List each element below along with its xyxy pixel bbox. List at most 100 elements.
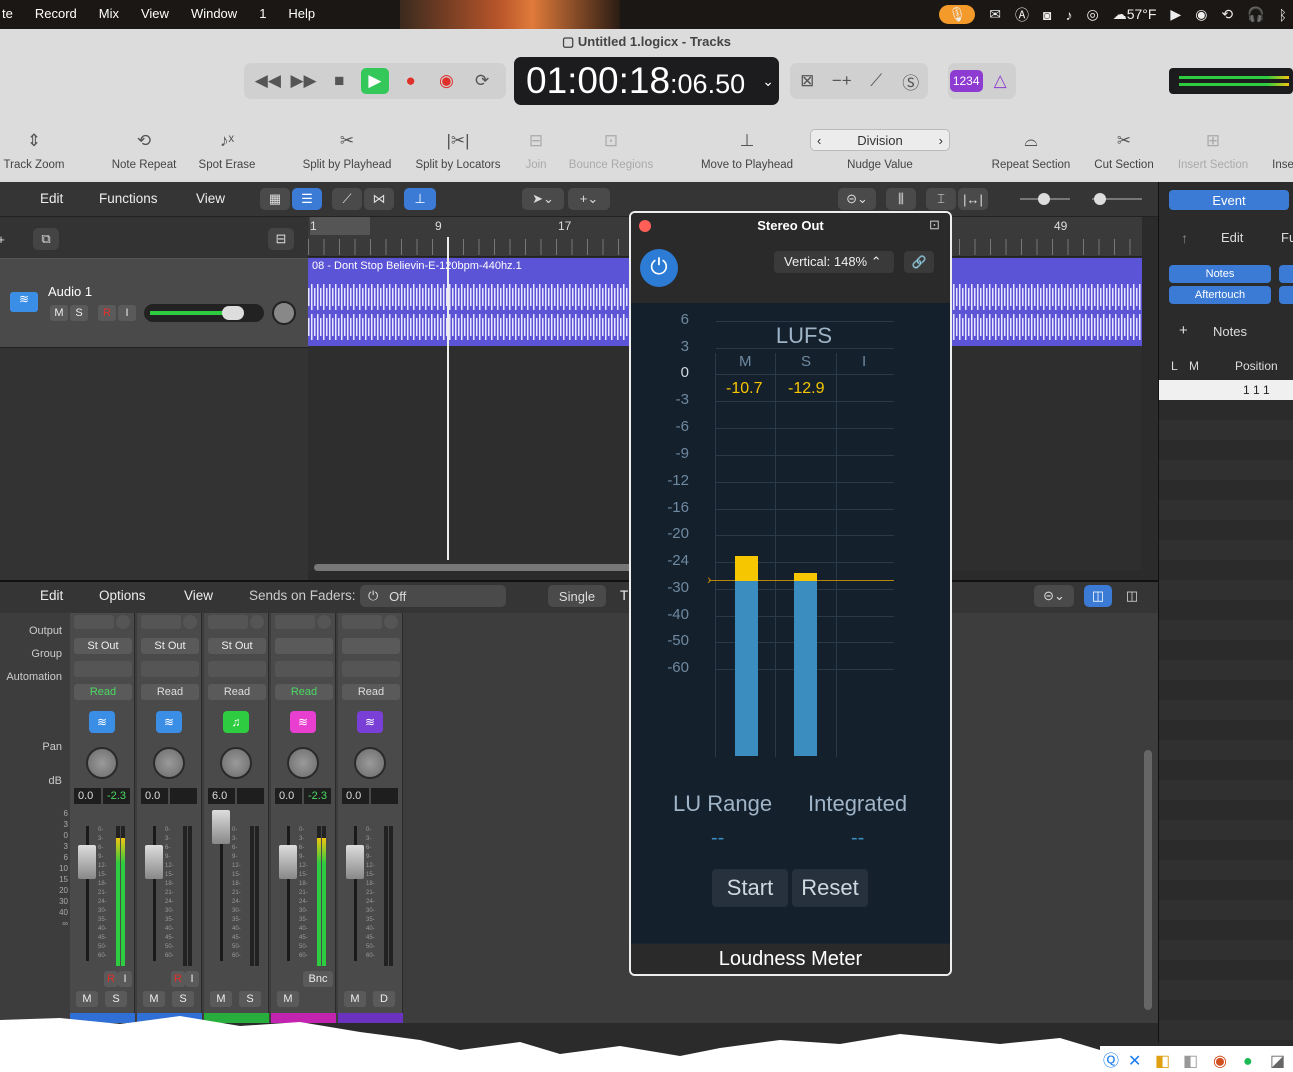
chevron-left-icon[interactable]: ‹ — [817, 133, 821, 148]
mute-button[interactable]: M — [143, 991, 165, 1007]
music-icon[interactable]: ♪ — [1065, 7, 1072, 23]
weather-icon[interactable]: ☁57°F — [1113, 6, 1157, 23]
pan-knob[interactable] — [287, 747, 319, 779]
track-row[interactable]: ≋ Audio 1 M S R I — [0, 258, 308, 348]
track-volume-slider[interactable] — [144, 304, 264, 322]
toolbar-note-repeat[interactable]: Note Repeat — [112, 159, 177, 171]
repeat-section-icon[interactable]: ⌓ — [1024, 131, 1037, 151]
output-slot[interactable]: St Out — [141, 638, 199, 654]
play-button[interactable]: ▶ — [360, 68, 389, 94]
mixer-layout-alt-icon[interactable]: ◫ — [1118, 585, 1146, 607]
bluetooth-icon[interactable]: ᛒ — [1279, 7, 1287, 23]
volume-readout[interactable]: 0.0 — [141, 788, 168, 804]
channel-type-icon[interactable]: ≋ — [89, 711, 115, 733]
inspector-edit-menu[interactable]: Edit — [1221, 230, 1243, 245]
automation-mode[interactable]: Read — [275, 684, 333, 700]
inspector-functions-menu[interactable]: Fu — [1281, 230, 1293, 245]
mixer-snap-icon[interactable]: ⊝⌄ — [1034, 585, 1074, 607]
tracks-edit-menu[interactable]: Edit — [40, 191, 63, 206]
toolbar-split-by-locators[interactable]: Split by Locators — [415, 159, 500, 171]
start-button[interactable]: Start — [712, 869, 788, 907]
tracks-functions-menu[interactable]: Functions — [99, 191, 158, 206]
camera-icon[interactable]: ◙ — [1043, 7, 1051, 23]
volume-readout[interactable]: 0.0 — [342, 788, 369, 804]
cycle-icon[interactable]: ⟳ — [468, 68, 496, 94]
chevron-right-icon[interactable]: › — [939, 133, 943, 148]
vertical-zoom-select[interactable]: Vertical: 148% ⌃ — [774, 251, 894, 273]
airdrop-icon[interactable]: ◉ — [1195, 6, 1207, 23]
power-button[interactable]: ⏻ — [640, 249, 678, 287]
output-slot[interactable] — [275, 638, 333, 654]
marquee-tool-icon[interactable]: +⌄ — [568, 188, 610, 210]
chevron-down-icon[interactable]: ⌄ — [762, 73, 774, 90]
snap-icon[interactable]: ⊝⌄ — [838, 188, 876, 210]
autopunch-icon[interactable]: −+ — [828, 68, 856, 94]
notes-filter-button[interactable]: Notes — [1169, 265, 1271, 283]
menu-item-window[interactable]: Window — [191, 6, 237, 21]
toolbar-spot-erase[interactable]: Spot Erase — [199, 159, 256, 171]
volume-readout[interactable]: 0.0 — [275, 788, 302, 804]
mixer-tracks-button[interactable]: T — [620, 588, 628, 603]
peak-readout[interactable]: -2.3 — [103, 788, 130, 804]
tuner-icon[interactable]: ⟋ — [862, 68, 890, 94]
split-locators-icon[interactable]: |✂| — [446, 131, 469, 151]
catch-icon[interactable]: ⊥ — [404, 188, 436, 210]
automation-mode[interactable]: Read — [208, 684, 266, 700]
duplicate-track-icon[interactable]: ⧉ — [33, 228, 59, 250]
toolbar-track-zoom[interactable]: Track Zoom — [4, 159, 65, 171]
group-slot[interactable] — [141, 661, 199, 677]
horizontal-scrollbar[interactable] — [314, 564, 634, 571]
toolbar-insert-more[interactable]: Inse — [1272, 159, 1293, 171]
toolbar-move-to-playhead[interactable]: Move to Playhead — [701, 159, 793, 171]
toolbar-bounce-regions[interactable]: Bounce Regions — [569, 159, 653, 171]
bounce-regions-icon[interactable]: ⊡ — [604, 131, 618, 151]
channel-type-icon[interactable]: ♫ — [223, 711, 249, 733]
toolbar-insert-section[interactable]: Insert Section — [1178, 159, 1248, 171]
aftertouch-filter-button[interactable]: Aftertouch — [1169, 286, 1271, 304]
rewind-icon[interactable]: ◀◀ — [254, 68, 282, 94]
automation-mode[interactable]: Read — [74, 684, 132, 700]
pan-knob[interactable] — [220, 747, 252, 779]
record-enable-button[interactable]: Bnc — [303, 971, 333, 987]
forward-icon[interactable]: ▶▶ — [290, 68, 318, 94]
automation-mode[interactable]: Read — [141, 684, 199, 700]
toolbar-repeat-section[interactable]: Repeat Section — [992, 159, 1071, 171]
toolbar-split-by-playhead[interactable]: Split by Playhead — [303, 159, 392, 171]
pan-knob[interactable] — [86, 747, 118, 779]
channel-type-icon[interactable]: ≋ — [357, 711, 383, 733]
global-tracks-icon[interactable]: ⊟ — [268, 228, 294, 250]
reset-button[interactable]: Reset — [792, 869, 868, 907]
menu-item-view[interactable]: View — [141, 6, 169, 21]
toolbar-cut-section[interactable]: Cut Section — [1094, 159, 1153, 171]
note-repeat-icon[interactable]: ⟲ — [137, 131, 151, 151]
menu-item-record[interactable]: Record — [35, 6, 77, 21]
mute-button[interactable]: M — [210, 991, 232, 1007]
pan-knob[interactable] — [354, 747, 386, 779]
volume-fader[interactable] — [145, 845, 163, 879]
horizontal-fit-icon[interactable]: |↔| — [958, 188, 988, 210]
group-slot[interactable] — [275, 661, 333, 677]
menu-item-1[interactable]: 1 — [259, 6, 266, 21]
sends-on-faders-select[interactable]: ⏻ Off — [360, 585, 506, 607]
track-solo-button[interactable]: S — [70, 305, 88, 321]
filter-button-extra-2[interactable] — [1279, 286, 1293, 304]
volume-fader[interactable] — [279, 845, 297, 879]
mixer-vertical-scrollbar[interactable] — [1144, 750, 1152, 1010]
mute-button[interactable]: M — [277, 991, 299, 1007]
solo-button[interactable]: S — [172, 991, 194, 1007]
solo-button[interactable]: S — [105, 991, 127, 1007]
zoom-sliders[interactable] — [1000, 193, 1150, 205]
pan-knob[interactable] — [153, 747, 185, 779]
output-slot[interactable]: St Out — [208, 638, 266, 654]
spot-erase-icon[interactable]: ♪ˣ — [220, 131, 234, 151]
menu-item-edit[interactable]: te — [2, 6, 13, 21]
volume-fader[interactable] — [78, 845, 96, 879]
metronome-icon[interactable]: △ — [986, 68, 1014, 94]
nudge-value-select[interactable]: Division — [857, 133, 903, 148]
target-arrow-icon[interactable]: › — [707, 571, 712, 587]
volume-fader[interactable] — [346, 845, 364, 879]
count-in-button[interactable]: 1234 — [949, 70, 983, 92]
play-icon[interactable]: ▶ — [1170, 6, 1181, 23]
compare-icon[interactable]: ⊡ — [929, 217, 940, 233]
join-icon[interactable]: ⊟ — [529, 131, 543, 151]
